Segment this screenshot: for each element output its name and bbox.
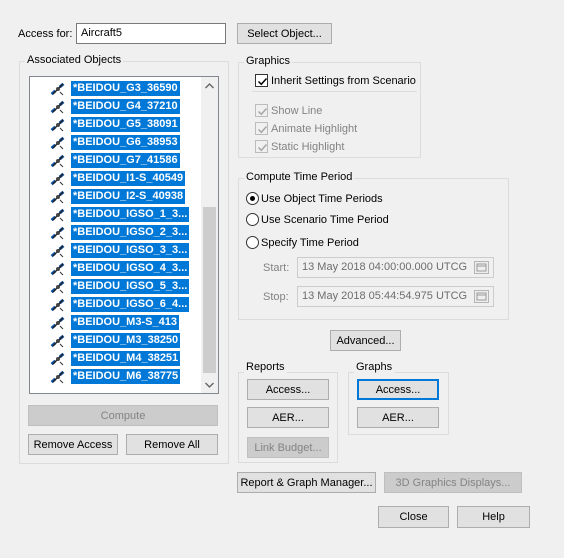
list-item-label: *BEIDOU_IGSO_6_4... (71, 297, 190, 312)
use-object-radio[interactable] (246, 192, 259, 205)
list-item-label: *BEIDOU_M3-S_413 (71, 315, 179, 330)
list-item-label: *BEIDOU_I2-S_40938 (71, 189, 186, 204)
select-object-button[interactable]: Select Object... (237, 23, 332, 44)
calendar-icon[interactable] (474, 261, 489, 274)
start-label: Start: (263, 262, 290, 274)
graph-access-button[interactable]: Access... (357, 379, 439, 400)
list-item-label: *BEIDOU_G4_37210 (71, 99, 180, 114)
list-item[interactable]: *BEIDOU_M3_38250 (30, 332, 202, 350)
close-button[interactable]: Close (378, 506, 449, 528)
show-line-label: Show Line (271, 105, 323, 117)
graph-aer-button[interactable]: AER... (357, 407, 439, 428)
compute-button[interactable]: Compute (28, 405, 218, 426)
list-item[interactable]: *BEIDOU_G5_38091 (30, 116, 202, 134)
list-item[interactable]: *BEIDOU_G7_41586 (30, 152, 202, 170)
list-item-label: *BEIDOU_IGSO_4_3... (71, 261, 190, 276)
list-item-label: *BEIDOU_M6_38775 (71, 369, 181, 384)
inherit-settings-label: Inherit Settings from Scenario (271, 75, 416, 87)
associated-objects-title: Associated Objects (25, 54, 124, 66)
use-object-label: Use Object Time Periods (261, 193, 383, 205)
list-item-label: *BEIDOU_M4_38251 (71, 351, 181, 366)
remove-access-button[interactable]: Remove Access (28, 434, 118, 455)
list-item[interactable]: *BEIDOU_IGSO_1_3... (30, 206, 202, 224)
list-item[interactable]: *BEIDOU_IGSO_3_3... (30, 242, 202, 260)
calendar-icon[interactable] (474, 290, 489, 303)
stop-time-value: 13 May 2018 05:44:54.975 UTCG (302, 290, 468, 302)
report-aer-button[interactable]: AER... (247, 407, 329, 428)
list-item[interactable]: *BEIDOU_IGSO_6_4... (30, 296, 202, 314)
check-icon (257, 107, 268, 116)
list-item[interactable]: *BEIDOU_I2-S_40938 (30, 188, 202, 206)
remove-all-button[interactable]: Remove All (126, 434, 218, 455)
specify-time-radio[interactable] (246, 236, 259, 249)
compute-time-period-title: Compute Time Period (244, 171, 355, 183)
list-item[interactable]: *BEIDOU_G3_36590 (30, 80, 202, 98)
list-item[interactable]: *BEIDOU_G4_37210 (30, 98, 202, 116)
list-item-label: *BEIDOU_IGSO_3_3... (71, 243, 190, 258)
animate-highlight-label: Animate Highlight (271, 123, 358, 135)
use-scenario-label: Use Scenario Time Period (261, 214, 389, 226)
reports-title: Reports (244, 361, 287, 373)
list-item-label: *BEIDOU_M3_38250 (71, 333, 181, 348)
advanced-button[interactable]: Advanced... (330, 330, 401, 351)
list-item-label: *BEIDOU_IGSO_2_3... (71, 225, 190, 240)
stop-label: Stop: (263, 291, 289, 303)
scroll-thumb[interactable] (203, 207, 216, 373)
list-item-label: *BEIDOU_G3_36590 (71, 81, 180, 96)
list-item[interactable]: *BEIDOU_G6_38953 (30, 134, 202, 152)
scroll-down-icon[interactable] (201, 376, 218, 393)
inherit-settings-checkbox[interactable] (255, 74, 268, 87)
list-item-label: *BEIDOU_IGSO_1_3... (71, 207, 190, 222)
list-item[interactable]: *BEIDOU_I1-S_40549 (30, 170, 202, 188)
check-icon (257, 77, 268, 86)
start-time-value: 13 May 2018 04:00:00.000 UTCG (302, 261, 468, 273)
stop-time-field[interactable]: 13 May 2018 05:44:54.975 UTCG (297, 286, 494, 307)
list-item[interactable]: *BEIDOU_M6_38775 (30, 368, 202, 386)
report-access-button[interactable]: Access... (247, 379, 329, 400)
animate-highlight-checkbox[interactable] (255, 122, 268, 135)
list-item[interactable]: *BEIDOU_IGSO_4_3... (30, 260, 202, 278)
list-item-label: *BEIDOU_G7_41586 (71, 153, 180, 168)
access-for-field: Aircraft5 (76, 23, 226, 44)
specify-time-label: Specify Time Period (261, 237, 359, 249)
use-scenario-radio[interactable] (246, 213, 259, 226)
graphics-divider (252, 91, 417, 92)
3d-graphics-displays-button[interactable]: 3D Graphics Displays... (384, 472, 522, 493)
list-item-label: *BEIDOU_G5_38091 (71, 117, 180, 132)
access-for-label: Access for: (18, 28, 73, 40)
static-highlight-label: Static Highlight (271, 141, 345, 153)
list-item[interactable]: *BEIDOU_M3-S_413 (30, 314, 202, 332)
list-item[interactable]: *BEIDOU_M4_38251 (30, 350, 202, 368)
scroll-up-icon[interactable] (201, 77, 218, 94)
link-budget-button[interactable]: Link Budget... (247, 437, 329, 458)
start-time-field[interactable]: 13 May 2018 04:00:00.000 UTCG (297, 257, 494, 278)
graphics-title: Graphics (244, 55, 293, 67)
check-icon (257, 125, 268, 134)
list-scrollbar[interactable] (201, 77, 218, 393)
list-item-label: *BEIDOU_IGSO_5_3... (71, 279, 190, 294)
static-highlight-checkbox[interactable] (255, 140, 268, 153)
help-button[interactable]: Help (457, 506, 530, 528)
list-item[interactable]: *BEIDOU_IGSO_5_3... (30, 278, 202, 296)
list-item[interactable]: *BEIDOU_IGSO_2_3... (30, 224, 202, 242)
list-item-label: *BEIDOU_G6_38953 (71, 135, 180, 150)
list-item-label: *BEIDOU_I1-S_40549 (71, 171, 186, 186)
graphs-title: Graphs (354, 361, 395, 373)
report-graph-manager-button[interactable]: Report & Graph Manager... (237, 472, 376, 493)
associated-objects-list[interactable]: *BEIDOU_G3_36590 *BEIDOU_G4_37210 *BEIDOU_… (29, 76, 219, 394)
check-icon (257, 143, 268, 152)
satellite-icon (50, 370, 66, 388)
show-line-checkbox[interactable] (255, 104, 268, 117)
